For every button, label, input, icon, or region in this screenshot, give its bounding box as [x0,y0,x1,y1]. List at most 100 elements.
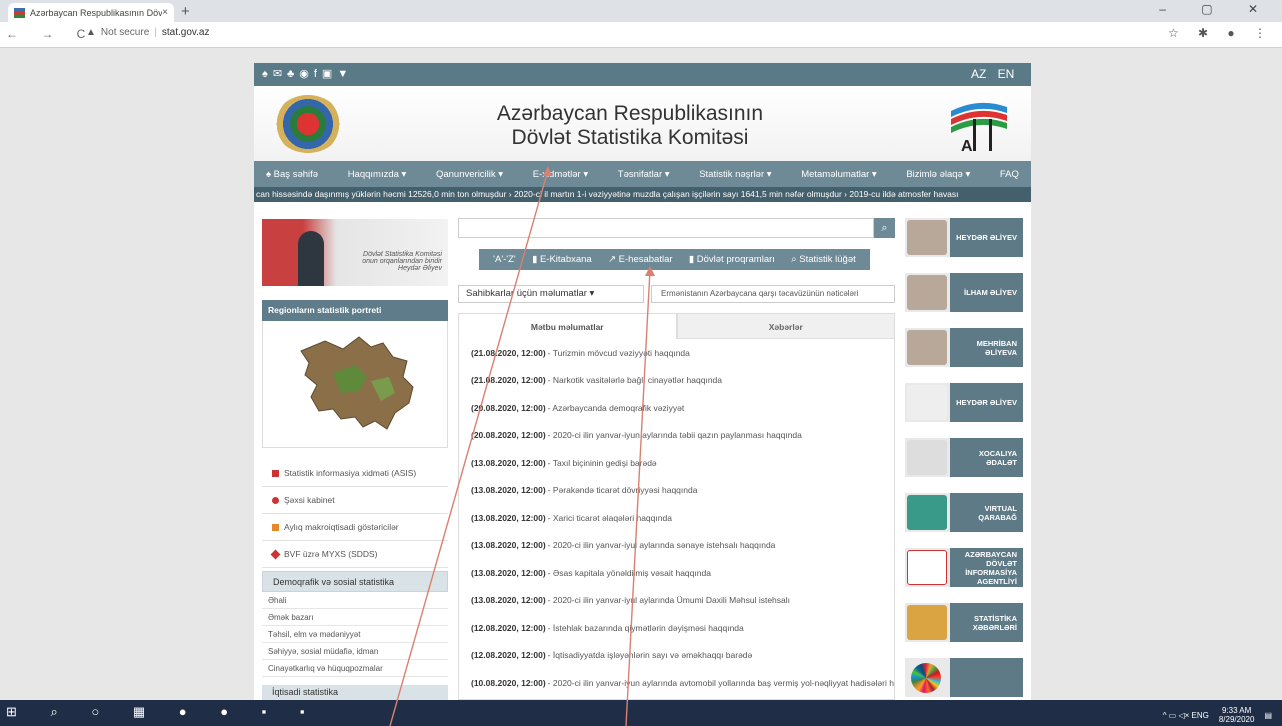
list-item[interactable]: (20.08.2020, 12:00) - 2020-ci ilin yanva… [459,422,894,450]
news-text: - Əsas kapitala yönəldilmiş vəsait haqqı… [547,567,711,578]
news-date: (21.08.2020, 12:00) [471,375,546,386]
banner-virtual-karabakh[interactable]: VIRTUAL QARABAĞ [905,493,1023,532]
clock-time: 9:33 AM [1221,706,1252,715]
tab-close-icon[interactable]: × [162,7,168,18]
news-date: (13.08.2020, 12:00) [471,595,546,606]
nav-home[interactable]: ♠ Baş səhifə [266,169,318,180]
taskbar-icons[interactable]: ⊞ ⌕ ○ ▦ ● ● ▪ ▪ [6,704,320,720]
address-divider: | [154,27,157,38]
demographic-section-header[interactable]: Demoqrafik və sosial statistika [262,571,448,592]
list-item[interactable]: Cinayətkarlıq və hüquqpozmalar [262,660,448,677]
language-switcher[interactable]: AZ EN [971,67,1014,81]
svg-text:A: A [961,138,973,155]
list-item[interactable]: Təhsil, elm və mədəniyyət [262,626,448,643]
banner-heydar-aliyev-foundation[interactable]: HEYDƏR ƏLİYEV [905,383,1023,422]
news-text: - Taxıl biçininin gedişi barədə [547,457,657,468]
nav-classifications[interactable]: Təsnifatlar ▾ [618,169,670,180]
list-item[interactable]: (13.08.2020, 12:00) - 2020-ci ilin yanva… [459,587,894,615]
news-text: - 2020-ci ilin yanvar-iyun aylarında təb… [547,430,802,441]
news-text: - İstehlak bazarında qiymətlərin dəyişmə… [547,622,744,633]
warning-icon: ▲ [86,27,96,38]
nav-legislation[interactable]: Qanunvericilik ▾ [436,169,503,180]
asis-icon [272,469,279,477]
list-item[interactable]: (12.08.2020, 12:00) - İstehlak bazarında… [459,614,894,642]
state-emblem-icon[interactable] [274,95,342,153]
notifications-icon[interactable]: ▤ [1264,711,1272,720]
site-title-line2: Dövlət Statistika Komitəsi [511,126,749,149]
regions-portrait-title: Regionların statistik portreti [262,300,448,321]
news-ticker[interactable]: can hissəsində daşınmış yüklərin həcmi 1… [254,187,1031,202]
list-item[interactable]: (21.08.2020, 12:00) - Turizmin mövcud və… [459,339,894,367]
nav-e-services[interactable]: E-xidmətlər ▾ [533,169,588,180]
address-url[interactable]: stat.gov.az [162,27,210,38]
armenia-aggression-link[interactable]: Ermənistanın Azərbaycana qarşı təcavüzün… [651,285,895,303]
nav-about[interactable]: Haqqımızda ▾ [348,169,407,180]
search-icon[interactable]: ⌕ [874,218,895,238]
banner-azertac[interactable]: AZƏRBAYCAN DÖVLƏT İNFORMASİYA AGENTLİYİ [905,548,1023,587]
tray-icons[interactable]: ^ ▭ ◁× ENG [1163,711,1209,720]
address-bar[interactable]: ▲ Not secure | stat.gov.az [86,27,210,38]
list-item[interactable]: Əhali [262,592,448,609]
banner-heydar-aliyev[interactable]: HEYDƏR ƏLİYEV [905,218,1023,257]
banner-ilham-aliyev[interactable]: İLHAM ƏLİYEV [905,273,1023,312]
browser-nav-buttons[interactable]: ← → C [6,27,95,41]
quick-link-glossary[interactable]: ⌕ Statistik lüğət [791,254,855,265]
azerbaijan-map[interactable] [262,321,448,448]
tab-press-releases[interactable]: Mətbu məlumatlar [458,313,677,339]
quick-link-e-library[interactable]: ▮ E-Kitabxana [532,254,592,265]
news-date: (21.08.2020, 12:00) [471,347,546,358]
link-macro-indicators[interactable]: Aylıq makroiqtisadi göstəricilər [262,514,448,541]
quick-link-a-z[interactable]: 'A'-'Z' [493,254,516,265]
news-text: - Narkotik vasitələrlə bağlı cinayətlər … [547,375,723,386]
news-date: (12.08.2020, 12:00) [471,622,546,633]
window-controls[interactable]: – ▢ ✕ [1159,2,1274,16]
nav-metadata[interactable]: Metaməlumatlar ▾ [801,169,877,180]
nav-faq[interactable]: FAQ [1000,169,1019,180]
link-personal-cabinet[interactable]: Şəxsi kabinet [262,487,448,514]
list-item[interactable]: (20.08.2020, 12:00) - Azərbaycanda demoq… [459,394,894,422]
site-title-line1: Azərbaycan Respublikasının [496,102,764,125]
new-tab-button[interactable]: + [181,3,190,20]
news-date: (13.08.2020, 12:00) [471,485,546,496]
banner-sdg[interactable] [905,658,1023,697]
toolbar-icons[interactable]: ☆ ✱ ● ⋮ [1168,26,1274,40]
list-item[interactable]: (12.08.2020, 12:00) - İqtisadiyyatda işl… [459,642,894,670]
banner-statistics-news[interactable]: STATİSTİKA XƏBƏRLƏRİ [905,603,1023,642]
banner-label: MEHRİBAN ƏLİYEVA [976,338,1017,357]
economic-section-header[interactable]: İqtisadi statistika [262,685,448,700]
heydar-aliyev-banner[interactable]: Dövlət Statistika Komitəsi onun orqanlar… [262,219,448,286]
news-date: (13.08.2020, 12:00) [471,457,546,468]
security-status[interactable]: Not secure [101,27,149,38]
social-icons[interactable]: ♠✉♣◉f▣▼ [262,67,353,80]
list-item[interactable]: (13.08.2020, 12:00) - Əsas kapitala yönə… [459,559,894,587]
banner-label: HEYDƏR ƏLİYEV [956,398,1017,407]
link-sdds[interactable]: BVF üzrə MYXS (SDDS) [262,541,448,568]
chart-icon [272,523,279,531]
banner-image [907,220,947,255]
list-item[interactable]: (13.08.2020, 12:00) - 2020-ci ilin yanva… [459,532,894,560]
demographic-list: Əhali Əmək bazarı Təhsil, elm və mədəniy… [262,592,448,677]
link-label: Statistik informasiya xidməti (ASIS) [284,468,417,478]
list-item[interactable]: (13.08.2020, 12:00) - Pərakəndə ticarət … [459,477,894,505]
browser-tab[interactable]: Azərbaycan Respublikasının Döv × [8,3,174,22]
banner-justice-khojaly[interactable]: XOCALIYA ƏDALƏT [905,438,1023,477]
sdg-wheel-icon [911,662,941,693]
nav-publications[interactable]: Statistik nəşrlər ▾ [699,169,771,180]
list-item[interactable]: (21.08.2020, 12:00) - Narkotik vasitələr… [459,367,894,395]
quick-link-state-programs[interactable]: ▮ Dövlət proqramları [689,254,775,265]
list-item[interactable]: (13.08.2020, 12:00) - Taxıl biçininin ge… [459,449,894,477]
quick-link-e-reports[interactable]: ↗ E-hesabatlar [608,254,672,265]
site-search-input[interactable] [458,218,874,238]
clock[interactable]: 9:33 AM 8/29/2020 [1219,706,1255,724]
nav-contact[interactable]: Bizimlə əlaqə ▾ [906,169,970,180]
tab-news[interactable]: Xəbərlər [676,313,895,339]
banner-image [907,495,947,530]
list-item[interactable]: (13.08.2020, 12:00) - Xarici ticarət əla… [459,504,894,532]
news-tabs: Mətbu məlumatlar Xəbərlər [458,313,895,339]
banner-mehriban-aliyeva[interactable]: MEHRİBAN ƏLİYEVA [905,328,1023,367]
list-item[interactable]: Əmək bazarı [262,609,448,626]
link-asis[interactable]: Statistik informasiya xidməti (ASIS) [262,460,448,487]
entrepreneurs-dropdown[interactable]: Sahibkarlar üçün məlumatlar ▾ [458,285,644,303]
list-item[interactable]: (10.08.2020, 12:00) - 2020-ci ilin yanva… [459,669,894,697]
list-item[interactable]: Səhiyyə, sosial müdafiə, idman [262,643,448,660]
